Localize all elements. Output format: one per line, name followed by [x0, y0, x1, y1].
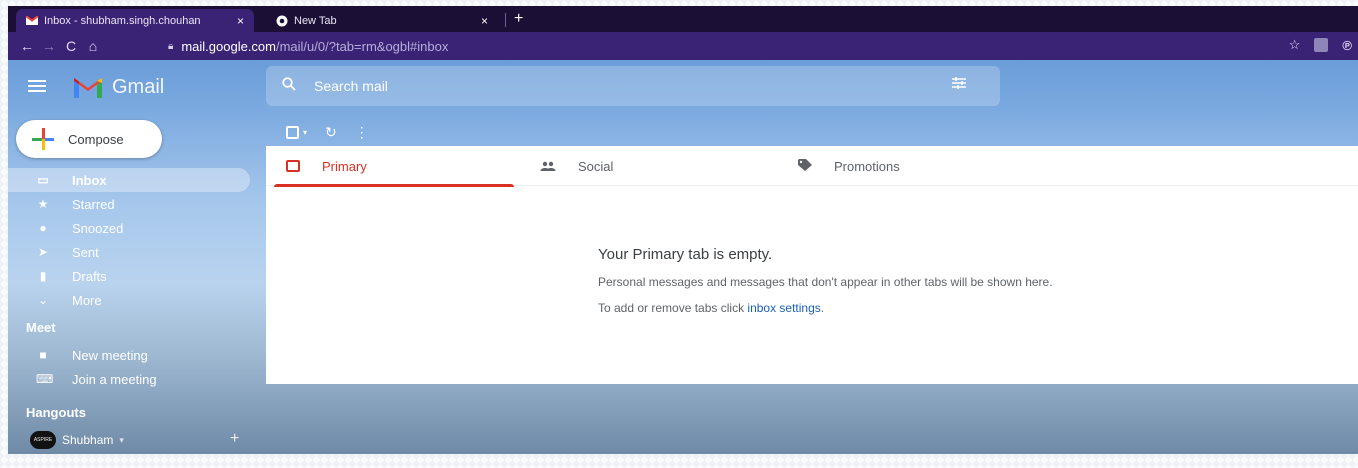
more-options-icon[interactable]: ⋮ [355, 124, 369, 141]
hangouts-user[interactable]: ASPIRE Shubham ▾ + [8, 428, 258, 452]
browser-tab-title: Inbox - shubham.singh.chouhan [44, 14, 201, 27]
gmail-header: Gmail Search mail [8, 60, 1358, 120]
new-meeting-button[interactable]: ■ New meeting [8, 343, 258, 367]
new-meeting-label: New meeting [72, 347, 148, 363]
forward-icon[interactable]: → [38, 38, 60, 54]
category-tabs: Primary Social Promotions [266, 146, 1358, 187]
tab-divider [505, 13, 506, 27]
sidebar-item-label: Drafts [72, 268, 107, 284]
empty-state-hint-suffix: . [820, 301, 825, 315]
chevron-down-icon[interactable]: ▾ [119, 435, 124, 446]
search-options-icon[interactable] [952, 76, 966, 93]
tab-label: Promotions [834, 158, 900, 174]
sidebar-item-label: Sent [72, 244, 99, 260]
toolbar-actions: ☆ ℗ [1289, 37, 1352, 53]
video-icon: ■ [39, 348, 47, 362]
tab-social[interactable]: Social [520, 146, 770, 186]
keyboard-icon: ⌨ [36, 372, 54, 386]
url-host: mail.google.com [181, 38, 276, 54]
plus-icon [32, 128, 54, 150]
pinterest-icon[interactable]: ℗ [1342, 38, 1352, 53]
empty-state-description: Personal messages and messages that don'… [598, 275, 1053, 289]
search-input[interactable]: Search mail [314, 78, 388, 94]
refresh-icon[interactable]: ↻ [325, 124, 337, 141]
sidebar-item-drafts[interactable]: ▮ Drafts [8, 264, 258, 288]
address-bar[interactable]: 🔒︎ mail.google.com/mail/u/0/?tab=rm&ogbl… [158, 35, 1248, 57]
message-panel: Primary Social Promotions Your Primary t… [266, 146, 1358, 384]
tab-promotions[interactable]: Promotions [778, 146, 1028, 186]
search-icon[interactable] [282, 77, 296, 95]
avatar: ASPIRE [30, 431, 56, 449]
empty-state-hint: To add or remove tabs click inbox settin… [598, 301, 1053, 315]
star-icon: ★ [37, 197, 49, 211]
sidebar-item-more[interactable]: ⌄ More [8, 288, 258, 312]
gmail-logo[interactable]: Gmail [74, 76, 164, 99]
hangouts-user-name: Shubham [62, 433, 114, 447]
star-icon[interactable]: ☆ [1289, 37, 1301, 53]
checkbox-icon [286, 126, 299, 139]
sidebar-item-starred[interactable]: ★ Starred [8, 192, 258, 216]
sidebar: ▭ Inbox ★ Starred ● Snoozed ➤ Sent ▮ Dra… [8, 168, 258, 452]
browser-window: Inbox - shubham.singh.chouhan × New Tab … [8, 6, 1358, 454]
new-tab-button[interactable]: + [514, 10, 523, 28]
tab-label: Social [578, 158, 614, 174]
compose-button[interactable]: Compose [16, 120, 162, 158]
url-path: /mail/u/0/?tab=rm&ogbl#inbox [275, 38, 449, 54]
draft-icon: ▮ [39, 269, 47, 283]
meet-section-title: Meet [26, 320, 56, 335]
tab-strip: Inbox - shubham.singh.chouhan × New Tab … [8, 6, 1358, 32]
menu-icon[interactable] [28, 77, 46, 95]
chrome-icon [276, 15, 288, 27]
join-meeting-button[interactable]: ⌨ Join a meeting [8, 367, 258, 391]
chevron-down-icon: ⌄ [37, 293, 49, 307]
compose-label: Compose [68, 131, 124, 147]
sidebar-item-inbox[interactable]: ▭ Inbox [8, 168, 250, 192]
select-checkbox[interactable]: ▾ [286, 126, 307, 139]
home-icon[interactable]: ⌂ [82, 38, 104, 54]
browser-tab-inbox[interactable]: Inbox - shubham.singh.chouhan × [16, 9, 254, 32]
sidebar-item-label: Snoozed [72, 220, 124, 236]
close-icon[interactable]: × [237, 14, 244, 28]
close-icon[interactable]: × [481, 14, 488, 28]
join-meeting-label: Join a meeting [72, 371, 157, 387]
empty-state: Your Primary tab is empty. Personal mess… [598, 246, 1053, 315]
gmail-icon [26, 15, 38, 27]
add-contact-button[interactable]: + [230, 430, 239, 448]
people-icon [540, 158, 556, 174]
browser-toolbar: ← → C ⌂ 🔒︎ mail.google.com/mail/u/0/?tab… [8, 32, 1358, 60]
inbox-icon: ▭ [37, 173, 49, 187]
sidebar-item-sent[interactable]: ➤ Sent [8, 240, 258, 264]
clock-icon: ● [39, 221, 47, 235]
tag-icon [798, 158, 812, 174]
inbox-icon [286, 160, 300, 172]
browser-tab-title: New Tab [294, 14, 337, 27]
tab-label: Primary [322, 158, 367, 174]
empty-state-title: Your Primary tab is empty. [598, 246, 773, 263]
list-toolbar: ▾ ↻ ⋮ [286, 124, 369, 141]
extension-icon[interactable] [1314, 38, 1329, 52]
back-icon[interactable]: ← [16, 38, 38, 54]
sidebar-item-label: Starred [72, 196, 115, 212]
hangouts-section-title: Hangouts [26, 405, 86, 420]
send-icon: ➤ [37, 245, 49, 259]
inbox-settings-link[interactable]: inbox settings [747, 301, 820, 315]
reload-icon[interactable]: C [60, 38, 82, 54]
screenshot-frame: Inbox - shubham.singh.chouhan × New Tab … [0, 0, 1358, 468]
empty-state-hint-prefix: To add or remove tabs click [598, 301, 745, 315]
sidebar-item-label: More [72, 292, 102, 308]
chevron-down-icon: ▾ [303, 128, 308, 137]
gmail-logo-text: Gmail [112, 76, 165, 98]
lock-icon: 🔒︎ [168, 40, 174, 52]
gmail-logo-icon [74, 77, 102, 98]
search-bar[interactable]: Search mail [266, 66, 1000, 106]
browser-tab-new[interactable]: New Tab × [266, 9, 498, 32]
tab-primary[interactable]: Primary [266, 146, 514, 187]
sidebar-item-label: Inbox [72, 172, 107, 188]
sidebar-item-snoozed[interactable]: ● Snoozed [8, 216, 258, 240]
